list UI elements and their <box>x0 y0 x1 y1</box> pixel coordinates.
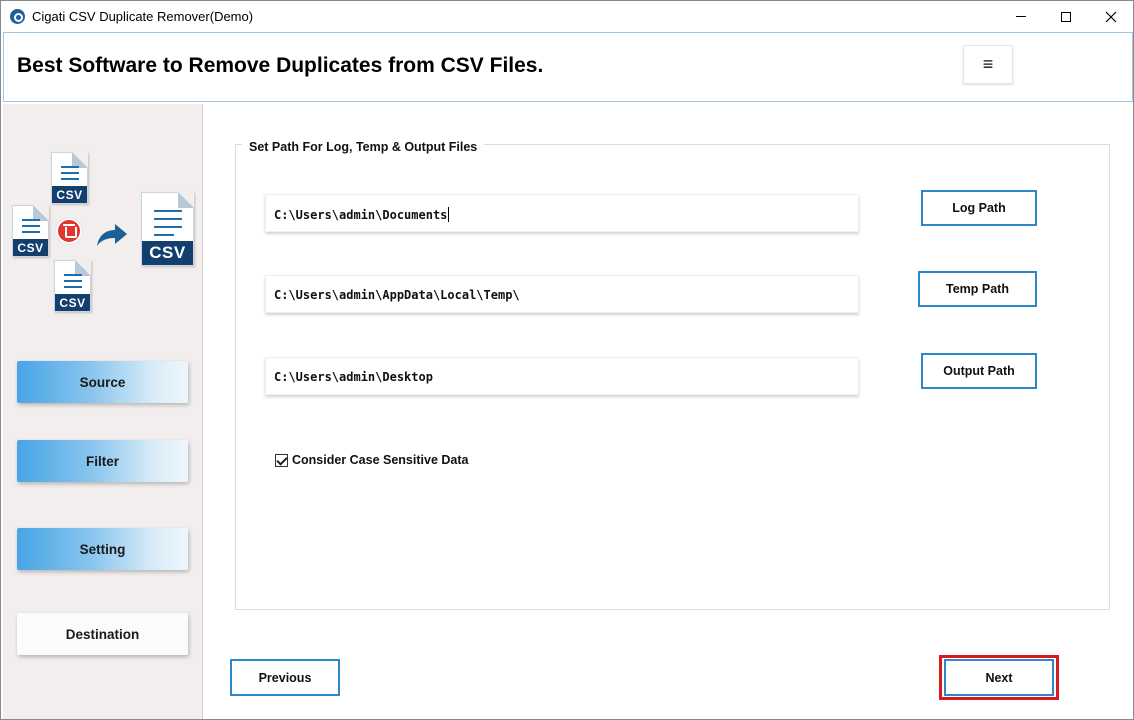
log-path-value: C:\Users\admin\Documents <box>274 208 448 222</box>
app-header: Best Software to Remove Duplicates from … <box>3 32 1133 102</box>
arrow-right-icon <box>97 224 127 246</box>
csv-file-icon: CSV <box>12 205 49 257</box>
paths-group-label: Set Path For Log, Temp & Output Files <box>242 140 485 154</box>
temp-path-value: C:\Users\admin\AppData\Local\Temp\ <box>274 288 520 302</box>
app-logo-icon <box>10 9 25 24</box>
window-title: Cigati CSV Duplicate Remover(Demo) <box>32 9 254 24</box>
doc-line <box>22 219 40 221</box>
csv-tag: CSV <box>13 239 48 256</box>
close-button[interactable] <box>1088 1 1134 32</box>
temp-path-button[interactable]: Temp Path <box>918 271 1037 307</box>
doc-line <box>61 178 79 180</box>
minimize-button[interactable] <box>998 1 1044 32</box>
maximize-icon <box>1061 11 1071 22</box>
app-window: Cigati CSV Duplicate Remover(Demo) Best … <box>0 0 1134 720</box>
log-path-field[interactable]: C:\Users\admin\Documents <box>265 194 859 232</box>
next-button[interactable]: Next <box>944 659 1054 696</box>
doc-line <box>154 234 174 236</box>
csv-tag: CSV <box>52 186 87 203</box>
case-sensitive-checkbox[interactable] <box>275 453 288 467</box>
doc-line <box>64 286 82 288</box>
text-caret <box>448 207 450 222</box>
doc-line <box>22 231 40 233</box>
page-title: Best Software to Remove Duplicates from … <box>17 54 544 77</box>
log-path-button[interactable]: Log Path <box>921 190 1037 226</box>
doc-line <box>22 225 40 227</box>
output-path-field[interactable]: C:\Users\admin\Desktop <box>265 357 859 395</box>
csv-tag: CSV <box>142 241 193 265</box>
sidebar-item-destination[interactable]: Destination <box>17 613 188 655</box>
menu-button[interactable]: ≡ <box>963 45 1013 84</box>
close-icon <box>1105 11 1117 22</box>
output-path-value: C:\Users\admin\Desktop <box>274 370 433 384</box>
doc-line <box>64 274 82 276</box>
maximize-button[interactable] <box>1043 1 1089 32</box>
csv-file-icon: CSV <box>54 260 91 312</box>
fold-corner <box>178 192 194 208</box>
doc-line <box>154 218 182 220</box>
case-sensitive-label: Consider Case Sensitive Data <box>292 453 469 467</box>
minimize-icon <box>1016 16 1026 17</box>
csv-output-file-icon: CSV <box>141 192 194 266</box>
sidebar-item-filter[interactable]: Filter <box>17 440 188 482</box>
doc-line <box>61 172 79 174</box>
doc-line <box>61 166 79 168</box>
temp-path-field[interactable]: C:\Users\admin\AppData\Local\Temp\ <box>265 275 859 313</box>
output-path-button[interactable]: Output Path <box>921 353 1037 389</box>
case-sensitive-option[interactable]: Consider Case Sensitive Data <box>275 453 468 467</box>
doc-line <box>64 280 82 282</box>
csv-file-icon: CSV <box>51 152 88 204</box>
sidebar-item-setting[interactable]: Setting <box>17 528 188 570</box>
hamburger-menu-icon: ≡ <box>982 54 994 74</box>
csv-tag: CSV <box>55 294 90 311</box>
previous-button[interactable]: Previous <box>230 659 340 696</box>
doc-line <box>154 210 182 212</box>
delete-icon <box>56 218 82 244</box>
doc-line <box>154 226 182 228</box>
title-bar: Cigati CSV Duplicate Remover(Demo) <box>1 1 1133 32</box>
sidebar: CSV CSV CSV CSV Source Filter Setting De… <box>3 104 203 719</box>
sidebar-item-source[interactable]: Source <box>17 361 188 403</box>
